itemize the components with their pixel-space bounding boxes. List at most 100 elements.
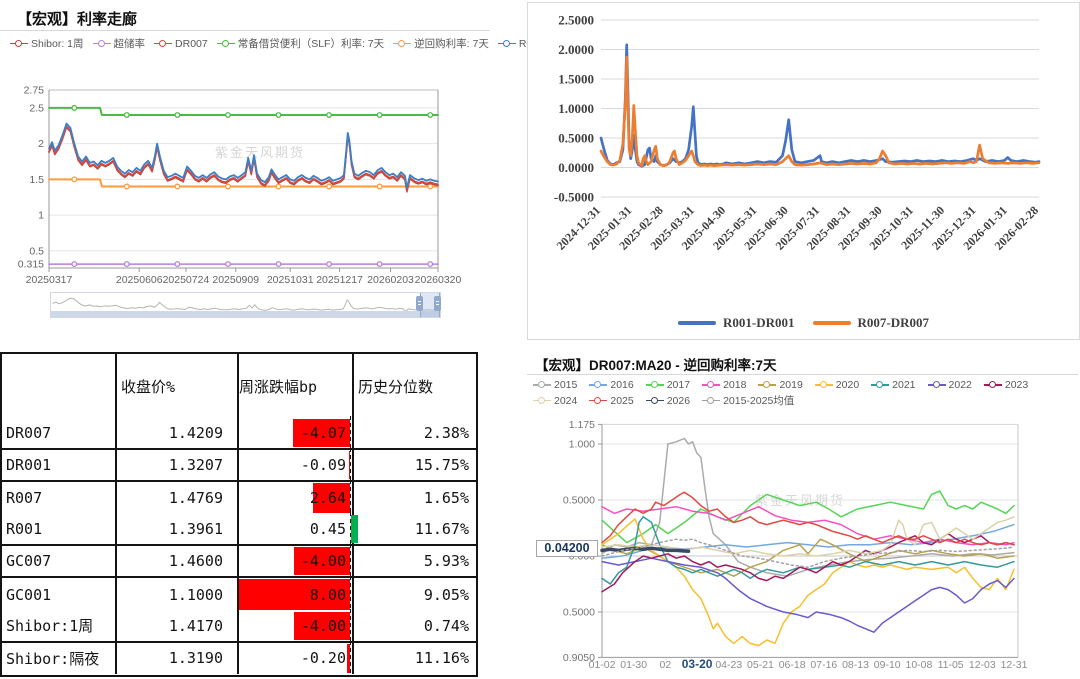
databar-axis: [350, 416, 351, 451]
navigator-scrollbar[interactable]: [51, 311, 440, 317]
cell-text: 1.3961: [168, 520, 223, 539]
series-line-icon: [812, 321, 851, 325]
legend-item-2017[interactable]: 2017: [645, 379, 691, 391]
seasonal-chart-legend: 2015 2016 2017 2018 2019 2020 2021 2022 2023 2024…: [533, 379, 1073, 408]
series-R001-DR001: [599, 43, 1041, 168]
legend-item-逆回购利率: 7天[interactable]: 逆回购利率: 7天: [393, 36, 489, 51]
legend-item-2016[interactable]: 2016: [589, 379, 634, 391]
svg-text:12-03: 12-03: [969, 659, 996, 671]
current-value-badge: 0.04200: [536, 540, 598, 557]
table-row-Shibor:隔夜: Shibor:隔夜 1.3190 -0.20 11.16%: [2, 640, 476, 676]
seasonal-title-divider: [527, 374, 1078, 375]
svg-text:2.5000: 2.5000: [558, 13, 594, 28]
cell-text: R001: [6, 520, 43, 539]
weekly-change-value: 8.00: [309, 585, 346, 604]
series-marker-icon: [393, 39, 412, 48]
legend-item-2021[interactable]: 2021: [871, 379, 916, 391]
legend-label: 2022: [948, 379, 972, 391]
legend-item-DR007[interactable]: DR007: [154, 38, 208, 50]
data-zoom-navigator[interactable]: [50, 292, 441, 318]
legend-item-2019[interactable]: 2019: [758, 379, 803, 391]
seasonal-chart-title: 【宏观】DR007:MA20 - 逆回购利率:7天: [535, 358, 777, 373]
svg-text:07-16: 07-16: [810, 659, 837, 671]
seasonal-chart: 1.1751.0000.50000.0000.50000.905001-0201…: [563, 419, 1028, 671]
weekly-change-value: -4.00: [300, 616, 346, 635]
spread-chart-card: 2.5000 2.0000 1.5000 1.0000 0.5000 0.0000 -0.5…: [527, 2, 1080, 340]
svg-text:04-23: 04-23: [715, 659, 742, 671]
svg-text:紫金天风期货: 紫金天风期货: [215, 145, 305, 160]
navigator-left-handle-icon[interactable]: [416, 296, 423, 311]
svg-text:0.0000: 0.0000: [558, 160, 594, 175]
series-marker-icon: [533, 381, 551, 390]
legend-item-超储率[interactable]: 超储率: [92, 36, 146, 51]
series-marker-icon: [645, 396, 664, 405]
cell-text: 11.67%: [414, 520, 469, 539]
legend-label: 2017: [666, 379, 691, 391]
svg-text:0.5000: 0.5000: [558, 131, 594, 146]
cell-text: Shibor:隔夜: [6, 649, 100, 668]
cell-text: 1.4209: [168, 424, 223, 443]
col-header: 历史分位数: [358, 377, 434, 396]
series-marker-icon: [927, 381, 946, 390]
cell-text: R007: [6, 489, 43, 508]
navigator-right-handle-icon[interactable]: [434, 296, 441, 311]
table-row-Shibor:1周: Shibor:1周 1.4170 -4.00 0.74%: [2, 608, 476, 643]
svg-text:20250317: 20250317: [26, 274, 73, 286]
legend-item-R007-DR007: R007-DR007: [812, 315, 930, 331]
legend-item-2015[interactable]: 2015: [533, 379, 577, 391]
svg-text:0.5000: 0.5000: [563, 607, 595, 619]
databar-axis: [350, 512, 351, 547]
legend-label: 超储率: [113, 38, 146, 50]
legend-item-2022[interactable]: 2022: [927, 379, 972, 391]
legend-item-2018[interactable]: 2018: [702, 379, 746, 391]
legend-item-2025[interactable]: 2025: [589, 394, 634, 407]
series-marker-icon: [154, 39, 173, 48]
series-marker-icon: [497, 39, 516, 48]
legend-item-2026[interactable]: 2026: [645, 394, 691, 407]
legend-label: 2025: [610, 394, 634, 407]
navigator-series: [52, 297, 437, 313]
legend-label: 2018: [723, 379, 747, 391]
legend-label: 2015-2025均值: [723, 395, 795, 407]
legend-item-2020[interactable]: 2020: [814, 379, 859, 391]
rate-corridor-chart: 2.752.521.510.50.31520250317 20250606 2025…: [18, 85, 462, 287]
series-2026: [600, 546, 691, 554]
legend-label: 2019: [779, 379, 803, 391]
svg-text:08-13: 08-13: [842, 659, 869, 671]
series-marker-icon: [533, 396, 551, 405]
cell-text: 1.1000: [168, 585, 223, 604]
cell-text: 1.3190: [168, 649, 223, 668]
series-marker-icon: [871, 381, 890, 390]
series-marker-icon: [589, 396, 608, 405]
legend-item-2024[interactable]: 2024: [533, 395, 577, 407]
svg-text:2.75: 2.75: [24, 85, 45, 97]
table-row-DR007: DR007 1.4209 -4.07 2.38%: [2, 416, 476, 451]
legend-item-Shibor: 1周[interactable]: Shibor: 1周: [10, 36, 84, 51]
cell-text: GC001: [6, 585, 52, 604]
cell-text: 1.4600: [168, 552, 223, 571]
cell-text: 1.3207: [168, 456, 223, 475]
svg-text:2.0000: 2.0000: [558, 42, 594, 57]
svg-text:0.5: 0.5: [29, 245, 44, 257]
databar-axis: [350, 576, 351, 613]
svg-text:06-18: 06-18: [779, 659, 806, 671]
legend-item-常备借贷便利（SLF）利率: 7天[interactable]: 常备借贷便利（SLF）利率: 7天: [216, 36, 384, 51]
legend-label: R001-DR001: [723, 315, 795, 330]
cell-text: 0.74%: [423, 616, 469, 635]
svg-text:-0.5000: -0.5000: [554, 190, 594, 205]
spread-chart: 2.5000 2.0000 1.5000 1.0000 0.5000 0.0000 -0.5…: [554, 13, 1041, 253]
series-line-icon: [678, 321, 716, 325]
svg-text:1: 1: [38, 210, 44, 222]
cell-text: DR007: [6, 424, 52, 443]
table-row-GC007: GC007 1.4600 -4.00 5.93%: [2, 544, 476, 579]
svg-text:20251217: 20251217: [316, 274, 363, 286]
legend-item-2023[interactable]: 2023: [983, 379, 1028, 391]
legend-label: 2026: [666, 394, 691, 407]
legend-label: R007-DR007: [857, 315, 930, 330]
svg-text:2.5: 2.5: [29, 102, 44, 114]
legend-item-2015-2025均值[interactable]: 2015-2025均值: [702, 393, 794, 408]
svg-text:1.000: 1.000: [569, 439, 595, 451]
series-2020: [601, 518, 1015, 647]
cell-text: 5.93%: [423, 552, 469, 571]
cell-text: 9.05%: [423, 585, 469, 604]
